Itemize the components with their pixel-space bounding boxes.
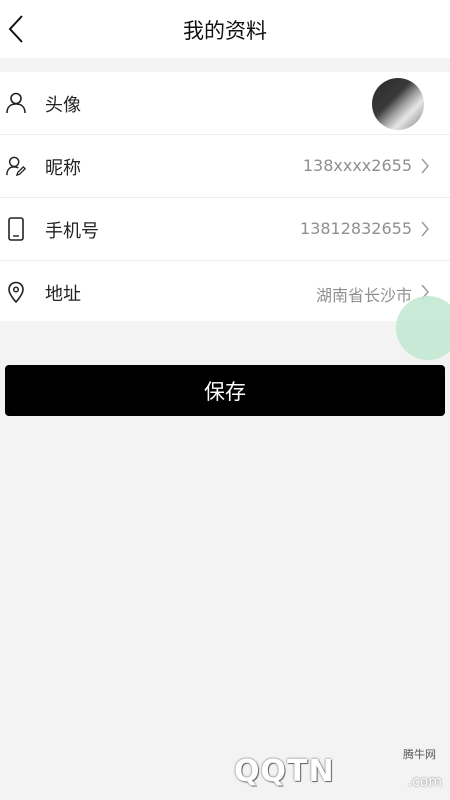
nickname-label: 昵称 — [45, 158, 81, 179]
watermark-site: 腾牛网 — [403, 748, 436, 761]
watermark-suffix: .com — [407, 774, 442, 790]
address-row[interactable]: 地址 湖南省长沙市 — [0, 261, 450, 323]
phone-icon — [6, 217, 26, 241]
chevron-right-icon — [421, 158, 429, 174]
floating-assistive-button[interactable] — [396, 296, 450, 360]
phone-value: 13812832655 — [300, 219, 412, 238]
chevron-right-icon — [421, 221, 429, 237]
phone-row[interactable]: 手机号 13812832655 — [0, 198, 450, 261]
page-title: 我的资料 — [183, 19, 267, 43]
address-value: 湖南省长沙市 — [315, 286, 412, 305]
save-button[interactable]: 保存 — [5, 365, 445, 416]
avatar[interactable] — [372, 78, 424, 130]
watermark-brand: QQTN — [234, 754, 335, 789]
address-label: 地址 — [45, 284, 81, 305]
user-icon — [6, 91, 26, 115]
location-pin-icon — [6, 280, 26, 304]
avatar-row[interactable]: 头像 — [0, 72, 450, 135]
watermark-logo: 腾牛网 QQTN .com — [234, 748, 444, 796]
phone-label: 手机号 — [45, 221, 99, 242]
avatar-label: 头像 — [45, 95, 81, 116]
profile-list: 头像 昵称 138xxxx2655 手机号 13812832655 地址 湖南省… — [0, 72, 450, 321]
nickname-value: 138xxxx2655 — [302, 156, 412, 175]
user-edit-icon — [6, 154, 26, 178]
app-header: 我的资料 — [0, 0, 450, 58]
nickname-row[interactable]: 昵称 138xxxx2655 — [0, 135, 450, 198]
